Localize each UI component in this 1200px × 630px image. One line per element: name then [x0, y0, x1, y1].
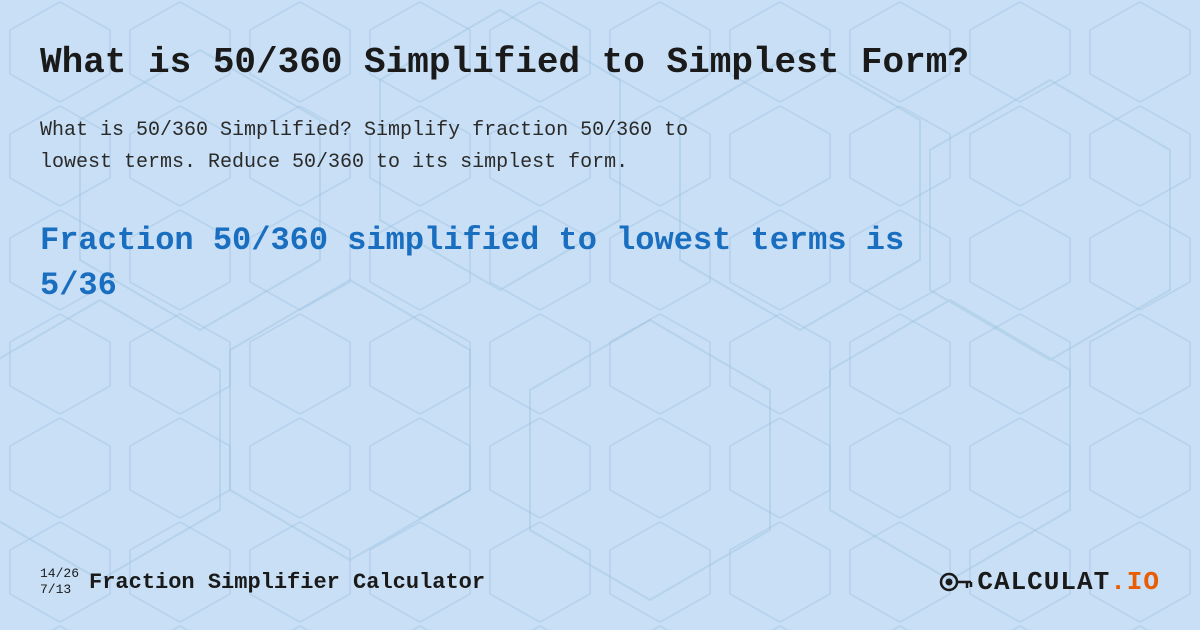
result-heading-line1: Fraction 50/360 simplified to lowest ter… [40, 222, 904, 259]
footer-left: 14/26 7/13 Fraction Simplifier Calculato… [40, 566, 485, 597]
footer-logo[interactable]: CALCULAT.IO [937, 564, 1160, 600]
page-title: What is 50/360 Simplified to Simplest Fo… [40, 40, 1160, 87]
footer: 14/26 7/13 Fraction Simplifier Calculato… [40, 554, 1160, 600]
brand-calculat: CALCULAT [977, 567, 1110, 597]
fraction-bottom: 7/13 [40, 582, 71, 598]
brand-io: .IO [1110, 567, 1160, 597]
result-heading: Fraction 50/360 simplified to lowest ter… [40, 219, 1160, 309]
calculator-icon [937, 564, 973, 600]
brand-text-main: CALCULAT.IO [977, 567, 1160, 597]
result-heading-line2: 5/36 [40, 267, 117, 304]
description-block: What is 50/360 Simplified? Simplify frac… [40, 115, 1160, 179]
description-line2: lowest terms. Reduce 50/360 to its simpl… [40, 151, 628, 174]
fraction-top: 14/26 [40, 566, 79, 582]
description-line1: What is 50/360 Simplified? Simplify frac… [40, 119, 688, 142]
footer-fractions: 14/26 7/13 [40, 566, 79, 597]
footer-brand-label: Fraction Simplifier Calculator [89, 570, 485, 595]
